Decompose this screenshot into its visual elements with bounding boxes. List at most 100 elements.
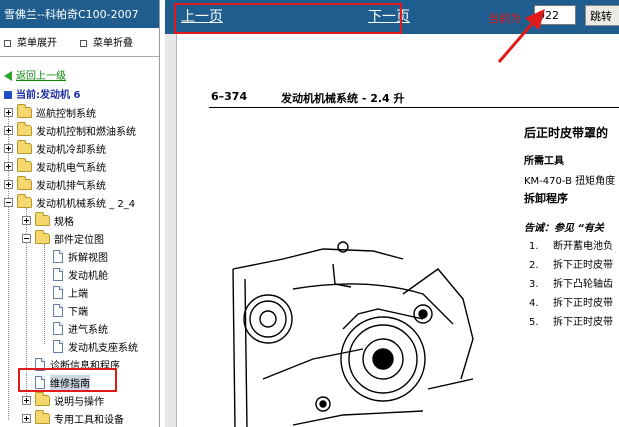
square-icon — [80, 39, 87, 47]
current-node-text: 当前:发动机 6 — [16, 90, 81, 101]
step-text: 拆下凸轮轴齿 — [553, 279, 613, 290]
document-icon — [53, 267, 63, 281]
tree-item-specifications[interactable]: 规格 — [22, 211, 74, 229]
tree-item-label: 规格 — [54, 216, 74, 228]
folder-icon — [35, 211, 50, 226]
step-number: 1. — [529, 241, 539, 252]
procedure-step: 4. 拆下正时皮带 — [529, 294, 613, 309]
tree-item-label: 拆解视图 — [68, 252, 108, 264]
step-number: 2. — [529, 260, 539, 271]
procedure-step: 1. 断开蓄电池负 — [529, 237, 613, 252]
engine-timing-diagram — [232, 241, 474, 427]
tree-item-engine-compartment[interactable]: 发动机舱 — [40, 265, 108, 283]
annotation-highlight-box — [174, 3, 402, 34]
expand-toggle-icon[interactable] — [4, 107, 13, 117]
folder-icon — [35, 391, 50, 406]
tree-item-description-operation[interactable]: 说明与操作 — [22, 391, 104, 409]
tool-item: KM-470-B 扭矩角度 — [524, 176, 616, 187]
document-icon — [53, 285, 63, 299]
square-icon — [4, 39, 11, 47]
expand-toggle-icon[interactable] — [4, 179, 13, 189]
tree-item-engine-exhaust[interactable]: 发动机排气系统 — [4, 175, 106, 193]
step-number: 4. — [529, 298, 539, 309]
expand-toggle-icon[interactable] — [22, 215, 31, 225]
navigation-sidebar: 雪佛兰--科帕奇C100-2007 菜单展开 菜单折叠 返回上一级 当前:发动机… — [0, 0, 160, 427]
expand-menu-button[interactable]: 菜单展开 — [4, 34, 57, 49]
header-rule — [209, 107, 619, 108]
back-link[interactable]: 返回上一级 — [4, 67, 66, 82]
expand-toggle-icon[interactable] — [4, 161, 13, 171]
tree-item-label: 发动机排气系统 — [36, 180, 106, 192]
tree-item-engine-control-fuel[interactable]: 发动机控制和燃油系统 — [4, 121, 136, 139]
tree-item-label: 进气系统 — [68, 324, 108, 336]
app-title: 雪佛兰--科帕奇C100-2007 — [0, 0, 159, 28]
tree-item-label: 发动机电气系统 — [36, 162, 106, 174]
folder-icon — [17, 139, 32, 154]
tree-item-label: 部件定位图 — [54, 234, 104, 246]
tree-item-lower-end[interactable]: 下端 — [40, 301, 88, 319]
tree-item-component-locator[interactable]: 部件定位图 — [22, 229, 104, 247]
divider — [0, 56, 159, 57]
collapse-menu-button[interactable]: 菜单折叠 — [80, 34, 133, 49]
expand-toggle-icon[interactable] — [22, 413, 31, 423]
expand-toggle-icon[interactable] — [22, 395, 31, 405]
document-icon — [53, 303, 63, 317]
app-window: 雪佛兰--科帕奇C100-2007 菜单展开 菜单折叠 返回上一级 当前:发动机… — [0, 0, 619, 427]
procedure-heading: 拆卸程序 — [524, 192, 568, 205]
folder-open-icon — [35, 229, 50, 244]
tree-item-disassembled-view[interactable]: 拆解视图 — [40, 247, 108, 265]
document-icon — [53, 339, 63, 353]
folder-open-icon — [17, 193, 32, 208]
jump-button[interactable]: 跳转 — [585, 5, 619, 26]
annotation-arrow — [497, 9, 545, 63]
expand-toggle-icon[interactable] — [4, 143, 13, 153]
procedure-step: 5. 拆下正时皮带 — [529, 313, 613, 328]
procedure-step: 2. 拆下正时皮带 — [529, 256, 613, 271]
step-text: 拆下正时皮带 — [553, 298, 613, 309]
book-icon — [4, 91, 12, 99]
page-number: 6–374 — [211, 90, 248, 103]
tree-item-label: 说明与操作 — [54, 396, 104, 408]
document-viewer[interactable]: 6–374 发动机机械系统 - 2.4 升 后正时皮带罩的 所需工具 KM-47… — [165, 34, 619, 427]
tree-item-special-tools[interactable]: 专用工具和设备 — [22, 409, 124, 427]
collapse-toggle-icon[interactable] — [4, 197, 13, 207]
tree-item-label: 发动机机械系统 _ 2_4 — [36, 198, 136, 210]
section-title: 后正时皮带罩的 — [524, 126, 609, 140]
tree-item-intake-system[interactable]: 进气系统 — [40, 319, 108, 337]
folder-icon — [17, 121, 32, 136]
page-header: 发动机机械系统 - 2.4 升 — [281, 92, 405, 105]
tree-item-engine-electrical[interactable]: 发动机电气系统 — [4, 157, 106, 175]
step-text: 断开蓄电池负 — [553, 241, 613, 252]
tree-item-label: 发动机冷却系统 — [36, 144, 106, 156]
expand-toggle-icon[interactable] — [4, 125, 13, 135]
step-number: 3. — [529, 279, 539, 290]
collapse-menu-label: 菜单折叠 — [93, 38, 133, 49]
annotation-highlight-box — [18, 368, 117, 392]
collapse-toggle-icon[interactable] — [22, 233, 31, 243]
tools-heading: 所需工具 — [524, 156, 564, 167]
tree-item-upper-end[interactable]: 上端 — [40, 283, 88, 301]
back-link-label: 返回上一级 — [16, 71, 66, 82]
step-number: 5. — [529, 317, 539, 328]
current-node-label: 当前:发动机 6 — [4, 86, 80, 101]
tree-item-label: 发动机控制和燃油系统 — [36, 126, 136, 138]
tree-item-engine-cooling[interactable]: 发动机冷却系统 — [4, 139, 106, 157]
expand-menu-label: 菜单展开 — [17, 38, 57, 49]
tree-item-label: 发动机舱 — [68, 270, 108, 282]
caution-notice: 告诫：参见 “有关 — [524, 223, 604, 234]
page-gutter — [165, 34, 177, 427]
folder-icon — [35, 409, 50, 424]
tree-item-label: 专用工具和设备 — [54, 414, 124, 426]
procedure-step: 3. 拆下凸轮轴齿 — [529, 275, 613, 290]
document-icon — [53, 321, 63, 335]
folder-icon — [17, 175, 32, 190]
tree-item-engine-mount-system[interactable]: 发动机支座系统 — [40, 337, 138, 355]
folder-icon — [17, 103, 32, 118]
tree-item-engine-mechanical[interactable]: 发动机机械系统 _ 2_4 — [4, 193, 135, 211]
tree-item-cruise-control[interactable]: 巡航控制系统 — [4, 103, 96, 121]
tree-item-label: 巡航控制系统 — [36, 108, 96, 120]
back-arrow-icon — [4, 71, 12, 81]
tree-item-label: 上端 — [68, 288, 88, 300]
content-panel: 上一页 下一页 当前为 跳转 6–374 发动机机械系统 - 2.4 升 后正时… — [165, 0, 619, 427]
document-icon — [53, 249, 63, 263]
